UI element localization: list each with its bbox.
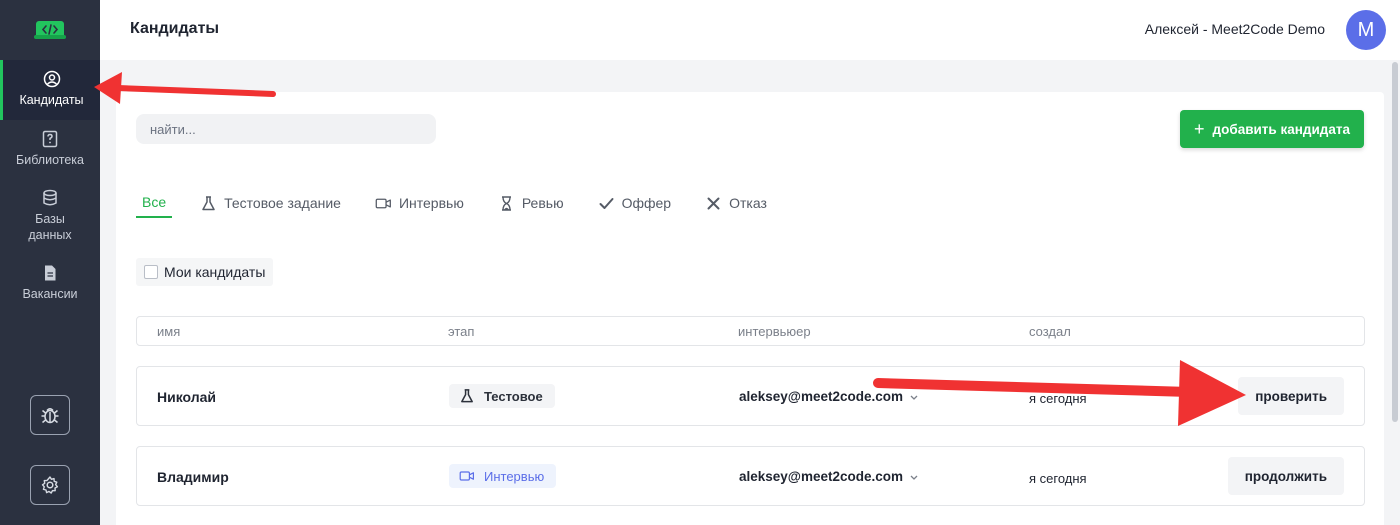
sidebar: Кандидаты Библиотека Базы данных Ваканси… bbox=[0, 0, 100, 525]
sidebar-item-label: Вакансии bbox=[22, 287, 78, 301]
tab-review[interactable]: Ревью bbox=[498, 188, 564, 218]
tab-interview[interactable]: Интервью bbox=[375, 188, 464, 218]
gear-icon bbox=[41, 476, 59, 494]
user-name[interactable]: Алексей - Meet2Code Demo bbox=[1145, 21, 1325, 37]
chevron-down-icon bbox=[910, 475, 918, 480]
flask-icon bbox=[202, 195, 215, 210]
sidebar-item-label: Кандидаты bbox=[19, 93, 84, 107]
tab-offer[interactable]: Оффер bbox=[598, 188, 672, 218]
tab-label: Отказ bbox=[729, 195, 767, 211]
my-candidates-label: Мои кандидаты bbox=[164, 264, 266, 280]
stage-label: Интервью bbox=[484, 468, 545, 484]
column-header-name: имя bbox=[157, 324, 181, 339]
tab-label: Тестовое задание bbox=[224, 195, 341, 211]
sidebar-item-vacancies[interactable]: Вакансии bbox=[0, 264, 100, 302]
column-header-created: создал bbox=[1029, 324, 1071, 339]
my-candidates-filter[interactable]: Мои кандидаты bbox=[136, 258, 274, 286]
settings-button[interactable] bbox=[30, 465, 70, 505]
add-candidate-label: добавить кандидата bbox=[1212, 121, 1350, 137]
x-icon bbox=[707, 197, 720, 209]
video-camera-icon bbox=[459, 471, 474, 481]
sidebar-item-candidates[interactable]: Кандидаты bbox=[0, 60, 100, 120]
column-header-stage: этап bbox=[448, 324, 475, 339]
tab-label: Оффер bbox=[621, 195, 672, 211]
table-row[interactable]: Владимир Интервью aleksey@meet2code.com … bbox=[136, 446, 1365, 506]
my-candidates-checkbox[interactable] bbox=[144, 265, 158, 279]
stage-badge: Интервью bbox=[449, 464, 557, 488]
sidebar-item-label: Библиотека bbox=[16, 153, 84, 167]
tab-label: Ревью bbox=[521, 195, 564, 211]
candidate-name: Николай bbox=[157, 389, 217, 405]
logo-icon[interactable] bbox=[34, 18, 66, 42]
sidebar-item-label: Базы данных bbox=[28, 212, 72, 242]
stage-tabs: Все Тестовое задание Интервью Ревью Оффе… bbox=[136, 188, 801, 218]
interviewer-email: aleksey@meet2code.com bbox=[739, 389, 904, 404]
column-header-interviewer: интервьюер bbox=[738, 324, 811, 339]
tab-test-task[interactable]: Тестовое задание bbox=[200, 188, 341, 218]
plus-icon: + bbox=[1194, 119, 1205, 139]
bug-icon bbox=[41, 408, 59, 424]
database-icon bbox=[43, 189, 57, 206]
hourglass-icon bbox=[501, 195, 511, 211]
tab-rejected[interactable]: Отказ bbox=[705, 188, 767, 218]
avatar[interactable]: M bbox=[1346, 10, 1386, 50]
video-camera-icon bbox=[375, 198, 391, 208]
main-panel: + добавить кандидата Все Тестовое задани… bbox=[116, 92, 1384, 525]
table-row[interactable]: Николай Тестовое aleksey@meet2code.com я… bbox=[136, 366, 1365, 426]
flask-icon bbox=[461, 389, 473, 403]
stage-label: Тестовое bbox=[484, 388, 543, 404]
page-title: Кандидаты bbox=[130, 20, 220, 37]
document-icon bbox=[45, 265, 56, 281]
interviewer-select[interactable]: aleksey@meet2code.com bbox=[739, 389, 919, 404]
bug-report-button[interactable] bbox=[30, 395, 70, 435]
stage-badge: Тестовое bbox=[449, 384, 555, 408]
created-by: я сегодня bbox=[1029, 391, 1087, 406]
interviewer-select[interactable]: aleksey@meet2code.com bbox=[739, 469, 919, 484]
tab-label: Все bbox=[142, 194, 167, 210]
check-icon bbox=[599, 197, 614, 209]
review-button[interactable]: проверить bbox=[1238, 377, 1344, 415]
table-header: имя этап интервьюер создал bbox=[136, 316, 1365, 346]
top-header: Кандидаты Алексей - Meet2Code Demo M bbox=[100, 0, 1400, 60]
continue-button[interactable]: продолжить bbox=[1227, 457, 1344, 495]
user-circle-icon bbox=[43, 70, 60, 88]
search-input[interactable] bbox=[136, 114, 436, 144]
scrollbar[interactable] bbox=[1392, 62, 1398, 422]
created-by: я сегодня bbox=[1029, 471, 1087, 486]
candidate-name: Владимир bbox=[157, 469, 229, 485]
sidebar-item-databases[interactable]: Базы данных bbox=[0, 189, 100, 243]
add-candidate-button[interactable]: + добавить кандидата bbox=[1180, 110, 1364, 148]
question-book-icon bbox=[42, 130, 58, 148]
interviewer-email: aleksey@meet2code.com bbox=[739, 469, 904, 484]
chevron-down-icon bbox=[910, 395, 918, 400]
tab-label: Интервью bbox=[398, 195, 464, 211]
sidebar-item-library[interactable]: Библиотека bbox=[0, 130, 100, 168]
tab-all[interactable]: Все bbox=[136, 188, 173, 218]
